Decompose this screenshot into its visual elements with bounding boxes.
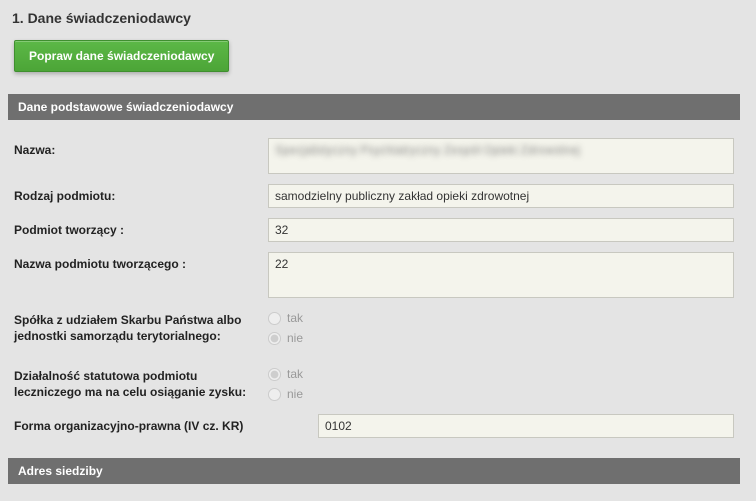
treasury-share-no-radio[interactable] [268,332,281,345]
basic-data-form: Nazwa: Specjalistyczny Psychiatryczny Ze… [8,138,740,458]
address-header: Adres siedziby [8,458,740,484]
page-title: 1. Dane świadczeniodawcy [12,10,740,26]
statutory-profit-yes-label: tak [287,367,303,381]
label-legal-form: Forma organizacyjno-prawna (IV cz. KR) [14,414,318,434]
label-statutory-profit: Działalność statutowa podmiotu lecznicze… [14,364,268,400]
row-treasury-share: Spółka z udziałem Skarbu Państwa albo je… [14,308,734,348]
label-name: Nazwa: [14,138,268,158]
page-content: 1. Dane świadczeniodawcy Popraw dane świ… [0,0,756,501]
row-statutory-profit: Działalność statutowa podmiotu lecznicze… [14,364,734,404]
statutory-profit-yes-option[interactable]: tak [268,364,734,384]
row-founding-entity: Podmiot tworzący : 32 [14,218,734,242]
founding-entity-field[interactable]: 32 [268,218,734,242]
label-founding-entity: Podmiot tworzący : [14,218,268,238]
legal-form-field[interactable]: 0102 [318,414,734,438]
row-legal-form: Forma organizacyjno-prawna (IV cz. KR) 0… [14,414,734,438]
treasury-share-yes-label: tak [287,311,303,325]
correct-provider-data-button[interactable]: Popraw dane świadczeniodawcy [14,40,229,72]
treasury-share-yes-option[interactable]: tak [268,308,734,328]
statutory-profit-yes-radio[interactable] [268,368,281,381]
row-founding-entity-name: Nazwa podmiotu tworzącego : 22 [14,252,734,298]
entity-type-field[interactable]: samodzielny publiczny zakład opieki zdro… [268,184,734,208]
main-scroll-viewport[interactable]: 1. Dane świadczeniodawcy Popraw dane świ… [0,0,756,501]
label-treasury-share: Spółka z udziałem Skarbu Państwa albo je… [14,308,268,344]
label-founding-entity-name: Nazwa podmiotu tworzącego : [14,252,268,272]
statutory-profit-no-option[interactable]: nie [268,384,734,404]
name-field[interactable]: Specjalistyczny Psychiatryczny Zespół Op… [268,138,734,174]
treasury-share-no-label: nie [287,331,303,345]
row-name: Nazwa: Specjalistyczny Psychiatryczny Ze… [14,138,734,174]
treasury-share-no-option[interactable]: nie [268,328,734,348]
statutory-profit-no-label: nie [287,387,303,401]
treasury-share-radio-group: tak nie [268,308,734,348]
statutory-profit-radio-group: tak nie [268,364,734,404]
row-entity-type: Rodzaj podmiotu: samodzielny publiczny z… [14,184,734,208]
label-entity-type: Rodzaj podmiotu: [14,184,268,204]
founding-entity-name-field[interactable]: 22 [268,252,734,298]
treasury-share-yes-radio[interactable] [268,312,281,325]
statutory-profit-no-radio[interactable] [268,388,281,401]
basic-data-header: Dane podstawowe świadczeniodawcy [8,94,740,120]
